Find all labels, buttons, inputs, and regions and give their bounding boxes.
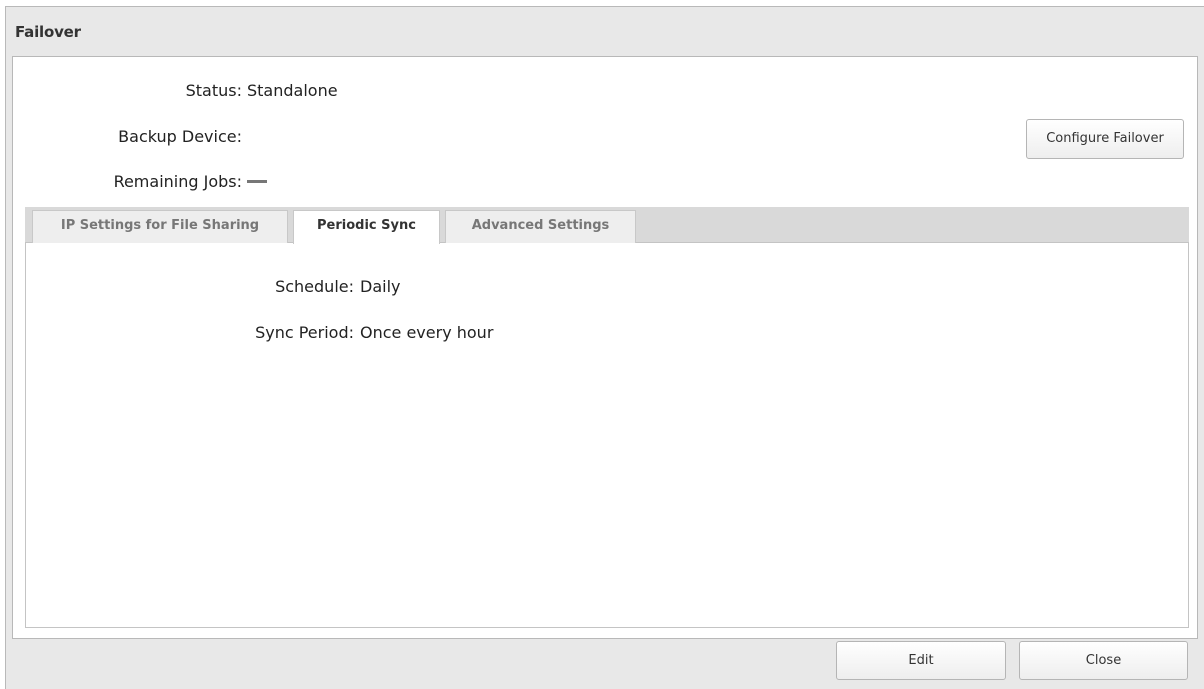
schedule-label: Schedule: [275,277,354,296]
status-label: Status: [185,81,242,100]
remaining-jobs-label: Remaining Jobs: [113,172,242,191]
close-button[interactable]: Close [1019,641,1188,680]
periodic-sync-panel: Schedule: Daily Sync Period: Once every … [25,243,1189,628]
edit-button[interactable]: Edit [836,641,1006,680]
tab-ip-settings[interactable]: IP Settings for File Sharing [32,210,288,243]
dialog-title: Failover [15,23,81,41]
failover-dialog: Failover Status: Standalone Backup Devic… [5,6,1204,689]
configure-failover-button[interactable]: Configure Failover [1026,119,1184,159]
dialog-content: Status: Standalone Backup Device: Remain… [12,56,1198,639]
backup-device-label: Backup Device: [118,127,242,146]
sync-period-value: Once every hour [360,323,494,342]
tab-bar: IP Settings for File Sharing Periodic Sy… [25,207,1189,244]
sync-period-label: Sync Period: [255,323,354,342]
tab-advanced-settings[interactable]: Advanced Settings [445,210,636,243]
schedule-value: Daily [360,277,401,296]
status-value: Standalone [247,81,338,100]
remaining-jobs-value [247,180,267,183]
tab-periodic-sync[interactable]: Periodic Sync [293,210,440,244]
